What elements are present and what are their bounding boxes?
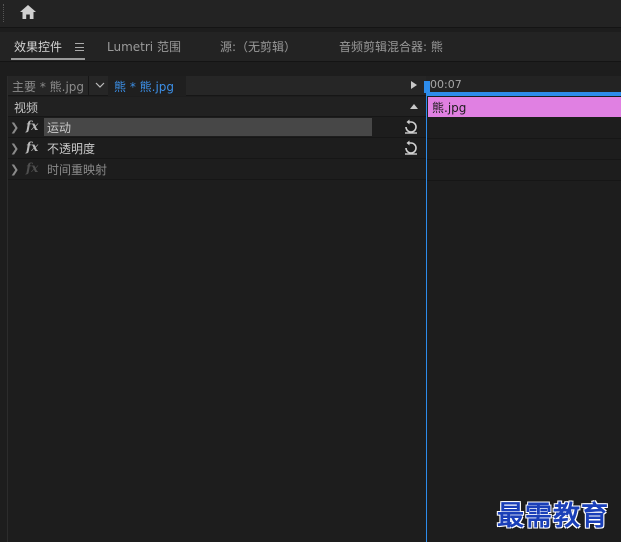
reset-icon[interactable] — [403, 140, 419, 156]
home-button[interactable] — [16, 1, 40, 23]
timecode: 00:07 — [430, 78, 462, 91]
timeline-clip[interactable]: 熊.jpg — [428, 97, 621, 117]
panel-tabs: 效果控件 Lumetri 范围 源:（无剪辑） 音频剪辑混合器: 熊 — [0, 32, 621, 62]
effect-label: 不透明度 — [47, 142, 96, 156]
active-tab-indicator — [11, 58, 85, 60]
clip-separator — [88, 76, 89, 96]
playhead-handle[interactable] — [424, 81, 430, 93]
chevron-down-icon[interactable] — [94, 79, 106, 91]
panel-grip[interactable] — [3, 4, 5, 22]
playhead-line[interactable] — [426, 96, 427, 542]
effect-row-time-remapping[interactable]: ❯ fx 时间重映射 — [8, 159, 426, 180]
tab-source[interactable]: 源:（无剪辑） — [220, 38, 296, 55]
fx-toggle-icon: fx — [26, 161, 39, 175]
play-icon[interactable] — [411, 81, 417, 89]
effect-label: 运动 — [47, 121, 72, 135]
effect-row-opacity[interactable]: ❯ fx 不透明度 — [8, 138, 426, 159]
video-section-label: 视频 — [14, 101, 39, 115]
timeline-row-divider — [426, 138, 621, 139]
master-clip-label[interactable]: 主要 * 熊.jpg — [12, 78, 84, 95]
effect-controls-panel: 主要 * 熊.jpg 熊 * 熊.jpg 视频 ❯ fx 运动 ❯ fx 不透明… — [0, 63, 621, 542]
video-section-header[interactable]: 视频 — [8, 97, 426, 117]
fx-toggle-icon[interactable]: fx — [26, 140, 38, 154]
home-icon — [20, 5, 36, 19]
timeline-row-divider — [426, 159, 621, 160]
tab-effect-controls[interactable]: 效果控件 — [14, 38, 62, 55]
clip-selector-bar: 主要 * 熊.jpg 熊 * 熊.jpg — [8, 76, 426, 96]
effect-highlight — [44, 118, 372, 136]
timeline-row-divider — [426, 180, 621, 181]
tab-audio-clip-mixer[interactable]: 音频剪辑混合器: 熊 — [339, 38, 443, 55]
timeline-clip-label: 熊.jpg — [432, 101, 467, 115]
sequence-clip-label[interactable]: 熊 * 熊.jpg — [114, 78, 174, 95]
expand-chevron-icon[interactable]: ❯ — [10, 121, 19, 134]
fx-toggle-icon[interactable]: fx — [26, 119, 38, 133]
expand-chevron-icon[interactable]: ❯ — [10, 163, 19, 176]
mini-timeline[interactable]: 00:07 熊.jpg — [424, 76, 621, 542]
work-area-bar[interactable] — [426, 92, 621, 96]
expand-chevron-icon[interactable]: ❯ — [10, 142, 19, 155]
reset-icon[interactable] — [403, 119, 419, 135]
watermark-text: 最需教育 — [497, 501, 609, 532]
title-bar — [0, 0, 621, 28]
panel-menu-icon[interactable] — [75, 43, 84, 51]
effect-row-motion[interactable]: ❯ fx 运动 — [8, 117, 426, 138]
effect-label: 时间重映射 — [47, 163, 108, 177]
tab-lumetri-scopes[interactable]: Lumetri 范围 — [107, 38, 181, 55]
collapse-icon[interactable] — [410, 104, 418, 109]
